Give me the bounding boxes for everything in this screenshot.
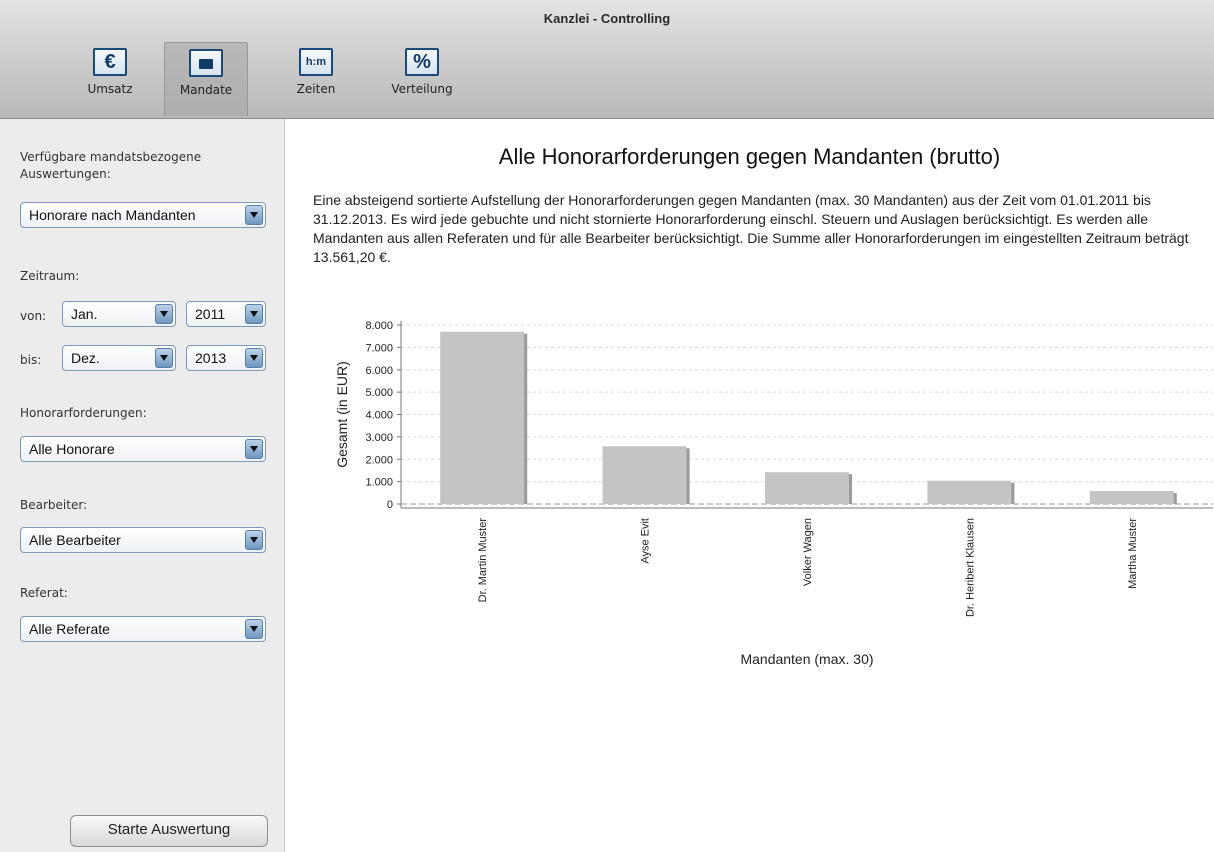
staff-select-value: Alle Bearbeiter [29, 532, 121, 548]
chevron-down-icon [245, 205, 263, 225]
chevron-down-icon [245, 304, 263, 324]
x-tick-label: Dr. Martin Muster [477, 518, 489, 603]
bar [927, 480, 1012, 504]
clock-hm-icon: h:m [299, 48, 333, 76]
chevron-down-icon [155, 304, 173, 324]
main-panel: Alle Honorarforderungen gegen Mandanten … [285, 119, 1214, 852]
dept-select-value: Alle Referate [29, 621, 110, 637]
to-month-select[interactable]: Dez. [62, 345, 176, 371]
from-label: von: [20, 309, 47, 323]
toolbar-button-mandate[interactable]: Mandate [164, 42, 248, 116]
to-year-value: 2013 [195, 350, 227, 366]
fees-select-value: Alle Honorare [29, 441, 115, 457]
toolbar-label-mandate: Mandate [179, 83, 233, 97]
toolbar-button-umsatz[interactable]: € Umsatz [68, 42, 152, 116]
window-title: Kanzlei - Controlling [543, 11, 671, 26]
staff-label: Bearbeiter: [20, 498, 88, 512]
toolbar-label-umsatz: Umsatz [87, 82, 133, 96]
y-tick-label: 2.000 [365, 454, 393, 466]
chevron-down-icon [245, 348, 263, 368]
to-year-select[interactable]: 2013 [186, 345, 266, 371]
x-tick-label: Volker Wagen [802, 518, 814, 586]
toolbar: Kanzlei - Controlling € Umsatz Mandate h… [0, 0, 1214, 119]
description-text: Eine absteigend sortierte Aufstellung de… [313, 192, 1189, 265]
from-month-value: Jan. [71, 306, 98, 322]
fees-select[interactable]: Alle Honorare [20, 436, 266, 462]
y-tick-label: 5.000 [365, 387, 393, 399]
evaluations-label: Verfügbare mandatsbezogene Auswertungen: [20, 150, 202, 181]
x-tick-label: Ayse Evit [640, 518, 652, 564]
dept-label: Referat: [20, 586, 68, 600]
folder-icon [189, 49, 223, 77]
toolbar-button-verteilung[interactable]: % Verteilung [380, 42, 464, 116]
to-label: bis: [20, 353, 42, 367]
from-month-select[interactable]: Jan. [62, 301, 176, 327]
y-tick-label: 4.000 [365, 410, 393, 422]
chevron-down-icon [245, 439, 263, 459]
x-axis-label: Mandanten (max. 30) [740, 651, 873, 667]
toolbar-button-zeiten[interactable]: h:m Zeiten [274, 42, 358, 116]
evaluation-select-value: Honorare nach Mandanten [29, 207, 196, 223]
fees-label: Honorarforderungen: [20, 406, 147, 420]
chevron-down-icon [155, 348, 173, 368]
fees-bar-chart: 0 1.000 2.000 3.000 4.000 5.000 6.000 7.000 8.00… [334, 320, 1213, 667]
from-year-value: 2011 [195, 306, 226, 322]
page-title: Alle Honorarforderungen gegen Mandanten … [498, 144, 1001, 169]
toolbar-label-zeiten: Zeiten [296, 82, 336, 96]
bar [765, 472, 849, 504]
chevron-down-icon [245, 619, 263, 639]
period-label: Zeitraum: [20, 269, 80, 283]
euro-icon: € [93, 48, 127, 76]
y-tick-label: 6.000 [365, 365, 393, 377]
y-tick-label: 7.000 [365, 342, 393, 354]
bar [602, 446, 687, 504]
x-tick-label: Martha Muster [1127, 518, 1139, 589]
y-tick-label: 3.000 [365, 432, 393, 444]
bar [1089, 491, 1174, 504]
dept-select[interactable]: Alle Referate [20, 616, 266, 642]
toolbar-label-verteilung: Verteilung [391, 82, 453, 96]
staff-select[interactable]: Alle Bearbeiter [20, 527, 266, 553]
evaluation-select[interactable]: Honorare nach Mandanten [20, 202, 266, 228]
percent-icon: % [405, 48, 439, 76]
y-tick-label: 1.000 [365, 477, 393, 489]
bar [440, 331, 525, 504]
from-year-select[interactable]: 2011 [186, 301, 266, 327]
chevron-down-icon [245, 530, 263, 550]
y-tick-label: 0 [387, 499, 393, 511]
y-tick-label: 8.000 [365, 320, 393, 332]
x-tick-label: Dr. Heribert Klausen [964, 518, 976, 617]
sidebar: Verfügbare mandatsbezogene Auswertungen:… [0, 119, 285, 852]
to-month-value: Dez. [71, 350, 100, 366]
start-evaluation-button[interactable]: Starte Auswertung [70, 815, 268, 847]
y-axis-label: Gesamt (in EUR) [334, 361, 350, 468]
